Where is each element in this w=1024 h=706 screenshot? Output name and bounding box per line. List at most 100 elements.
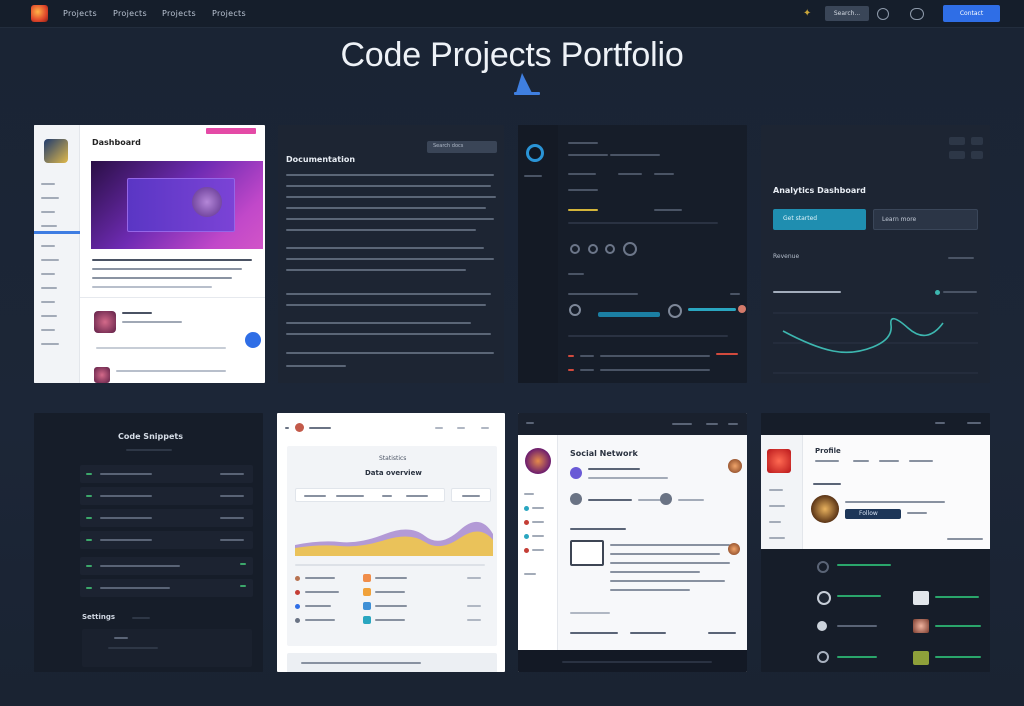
text-line: [935, 596, 979, 598]
project-card-4[interactable]: Analytics Dashboard Get started Learn mo…: [761, 125, 990, 383]
toolbar-icon[interactable]: [481, 427, 489, 429]
stats-panel: Statistics Data overview: [287, 446, 497, 646]
list-row[interactable]: [80, 579, 253, 597]
tab-label[interactable]: [304, 495, 326, 497]
toolbar-icon[interactable]: [949, 151, 965, 159]
text-line: [305, 619, 335, 621]
back-icon[interactable]: [285, 427, 289, 429]
sidebar-item[interactable]: [769, 537, 785, 539]
sidebar-item[interactable]: [41, 273, 55, 275]
sidebar-item[interactable]: [41, 183, 55, 185]
nav-link-3[interactable]: Projects: [162, 9, 196, 18]
text-line: [375, 605, 407, 607]
menu-icon[interactable]: [526, 422, 534, 424]
project-card-6[interactable]: Statistics Data overview: [277, 413, 505, 672]
sidebar-item[interactable]: [532, 521, 544, 523]
learn-more-button[interactable]: Learn more: [873, 209, 978, 230]
sidebar-item[interactable]: [41, 301, 55, 303]
user-icon[interactable]: [910, 8, 924, 20]
section-heading: Settings: [82, 613, 116, 621]
search-docs-chip[interactable]: Search docs: [427, 141, 497, 153]
sidebar-item[interactable]: [41, 315, 57, 317]
toolbar-icon[interactable]: [435, 427, 443, 429]
legend-swatch: [363, 602, 371, 610]
sidebar-item[interactable]: [769, 489, 783, 491]
text-line: [907, 512, 927, 514]
text-line: [286, 333, 491, 335]
toolbar-icon[interactable]: [949, 137, 965, 145]
project-card-5[interactable]: Code Snippets Settings: [34, 413, 263, 672]
follow-button[interactable]: Follow: [845, 509, 901, 519]
project-card-8[interactable]: Profile Follow: [761, 413, 990, 672]
sidebar-item[interactable]: [41, 329, 55, 331]
toolbar-icon[interactable]: [967, 422, 981, 424]
list-row[interactable]: [80, 557, 253, 575]
sidebar-item[interactable]: [524, 573, 536, 575]
sidebar-item[interactable]: [41, 197, 59, 199]
profile-avatar[interactable]: [525, 448, 551, 474]
settings-icon[interactable]: [877, 8, 889, 20]
project-card-2[interactable]: Search docs Documentation: [278, 125, 504, 383]
list-row[interactable]: [80, 487, 253, 505]
toolbar-icon[interactable]: [935, 422, 945, 424]
project-card-1[interactable]: Dashboard: [34, 125, 265, 383]
sidebar-item[interactable]: [524, 175, 542, 177]
sidebar-item[interactable]: [532, 549, 544, 551]
sidebar-item[interactable]: [524, 493, 534, 495]
brand-logo-icon[interactable]: [31, 5, 48, 22]
text-line: [708, 632, 736, 634]
tab-label[interactable]: [382, 495, 392, 497]
hero-window: [127, 178, 235, 232]
list-row[interactable]: [80, 531, 253, 549]
tab-label[interactable]: [336, 495, 364, 497]
contact-button[interactable]: Contact: [943, 5, 1000, 22]
project-card-7[interactable]: Social Network: [518, 413, 747, 672]
project-card-3[interactable]: [518, 125, 747, 383]
sidebar-item[interactable]: [532, 535, 544, 537]
sidebar-item[interactable]: [41, 225, 57, 227]
avatar: [570, 493, 582, 505]
nav-link-4[interactable]: Projects: [212, 9, 246, 18]
text-line: [618, 173, 642, 175]
tab-label[interactable]: [406, 495, 428, 497]
text-line: [122, 321, 182, 323]
sidebar-item[interactable]: [769, 521, 781, 523]
page-title: Code Projects Portfolio: [340, 36, 684, 74]
nav-link-2[interactable]: Projects: [113, 9, 147, 18]
list-bullet: [86, 587, 92, 589]
divider: [295, 564, 485, 566]
toolbar-icon[interactable]: [971, 151, 983, 159]
list-row[interactable]: [80, 509, 253, 527]
text-line: [305, 591, 339, 593]
divider: [568, 222, 718, 224]
divider: [568, 335, 728, 337]
sidebar-item[interactable]: [532, 507, 544, 509]
text-line: [220, 539, 244, 541]
card-heading: Code Snippets: [118, 432, 183, 441]
toolbar-icon[interactable]: [971, 137, 983, 145]
sidebar-item[interactable]: [41, 211, 55, 213]
theme-toggle-icon[interactable]: ✦: [803, 8, 811, 19]
list-row[interactable]: [80, 465, 253, 483]
text-line: [837, 625, 877, 627]
sidebar-item[interactable]: [41, 343, 59, 345]
sidebar-item[interactable]: [41, 287, 57, 289]
profile-avatar[interactable]: [811, 495, 839, 523]
text-line: [879, 460, 899, 462]
date-range-button[interactable]: [451, 488, 491, 502]
sidebar-item[interactable]: [41, 259, 59, 261]
text-line: [305, 605, 331, 607]
toolbar-icon[interactable]: [457, 427, 465, 429]
get-started-button[interactable]: Get started: [773, 209, 866, 230]
contact-avatar: [913, 619, 929, 633]
filter-tabs[interactable]: [295, 488, 445, 502]
sidebar-item[interactable]: [41, 245, 55, 247]
text-line: [588, 468, 640, 470]
sidebar-item[interactable]: [769, 505, 785, 507]
alert-icon: [738, 305, 746, 313]
chat-icon[interactable]: [245, 332, 261, 348]
search-input[interactable]: Search...: [825, 6, 869, 21]
stats-subheading: Data overview: [365, 469, 422, 477]
nav-link-1[interactable]: Projects: [63, 9, 97, 18]
sidebar-dot: [524, 506, 529, 511]
